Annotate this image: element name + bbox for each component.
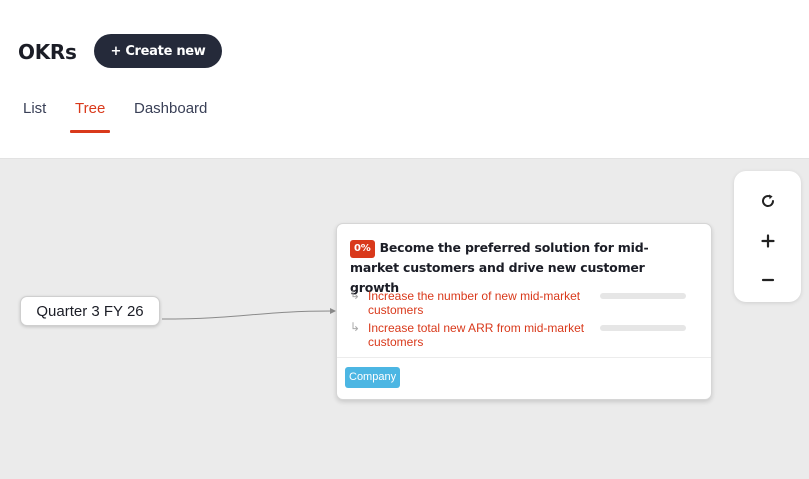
company-tag[interactable]: Company — [345, 367, 401, 388]
key-result-progress-bar — [600, 293, 686, 299]
subitem-arrow-icon: ↳ — [350, 320, 361, 334]
page-title: OKRs — [18, 40, 77, 64]
objective-card[interactable]: 0% Become the preferred solution for mid-… — [336, 223, 712, 400]
key-result-progress-bar — [600, 325, 686, 331]
subitem-arrow-icon: ↳ — [350, 288, 361, 302]
tab-dashboard[interactable]: Dashboard — [134, 100, 207, 134]
progress-badge: 0% — [350, 240, 375, 258]
zoom-in-button[interactable] — [734, 226, 801, 256]
active-tab-indicator — [70, 130, 110, 133]
card-divider — [337, 357, 711, 358]
key-result-label[interactable]: Increase the number of new mid-market cu… — [368, 289, 603, 317]
create-new-button[interactable]: + Create new — [94, 34, 222, 68]
zoom-controls — [734, 171, 801, 302]
header: OKRs + Create new List Tree Dashboard — [0, 0, 809, 159]
minus-icon — [761, 278, 774, 282]
refresh-icon — [761, 194, 774, 207]
reset-view-button[interactable] — [734, 186, 801, 216]
zoom-out-button[interactable] — [734, 265, 801, 295]
plus-icon — [760, 234, 775, 248]
tab-list[interactable]: List — [23, 100, 46, 134]
tree-canvas[interactable]: Quarter 3 FY 26 0% Become the preferred s… — [0, 159, 809, 479]
objective-title: Become the preferred solution for mid-ma… — [350, 240, 649, 295]
key-result-label[interactable]: Increase total new ARR from mid-market c… — [368, 321, 603, 349]
tab-tree[interactable]: Tree — [75, 100, 105, 134]
quarter-root-node[interactable]: Quarter 3 FY 26 — [20, 296, 160, 326]
